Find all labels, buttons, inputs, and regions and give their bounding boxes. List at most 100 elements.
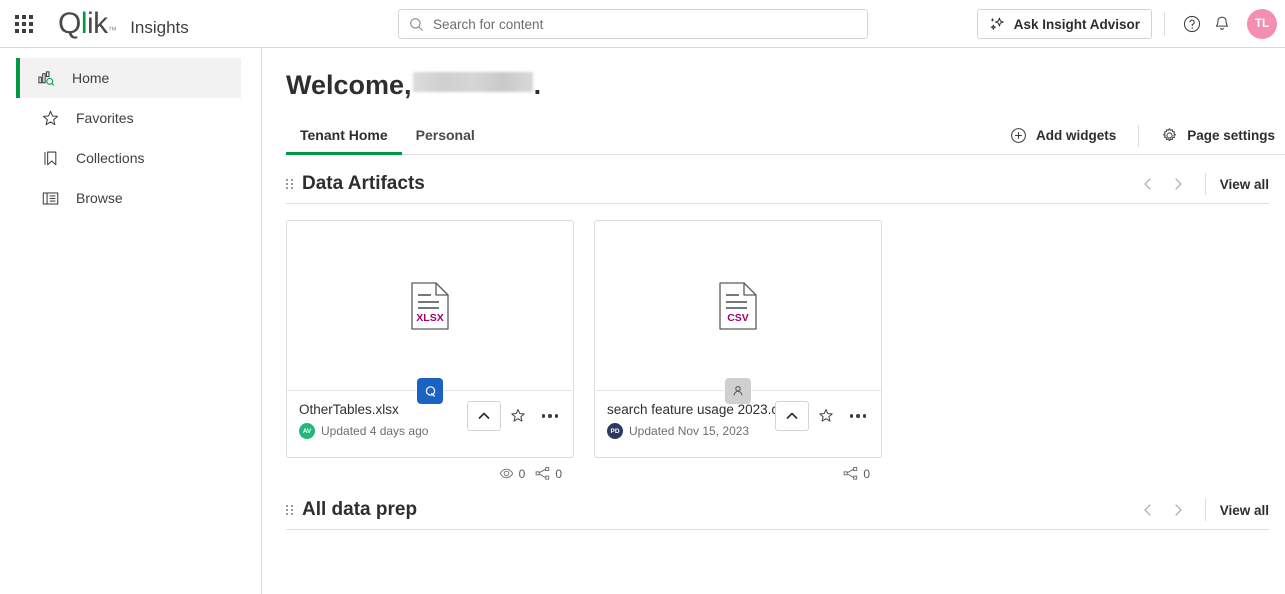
- search-icon: [410, 17, 423, 31]
- sparkle-icon: [990, 17, 1004, 30]
- star-outline-icon: [819, 409, 833, 422]
- body: Home Favorites Collections Browse Welcom…: [0, 48, 1285, 594]
- section-divider: [1204, 173, 1206, 195]
- card-item[interactable]: XLSX OtherTables.xlsx AV Updated 4 days …: [286, 220, 574, 458]
- add-widgets-label: Add widgets: [1035, 128, 1117, 143]
- notifications-button[interactable]: [1207, 9, 1237, 39]
- section-data-artifacts: Data Artifacts View all XLSX OtherTables…: [286, 155, 1285, 481]
- views-count: 0: [518, 466, 526, 481]
- help-circle-icon: [1183, 15, 1201, 33]
- main-content: Welcome, . Tenant Home Personal Add widg…: [262, 48, 1285, 594]
- page-settings-button[interactable]: Page settings: [1151, 123, 1285, 148]
- brand[interactable]: Qlik™ Insights: [58, 6, 189, 40]
- card-stats-row: 0 0 0: [286, 458, 1269, 481]
- card-stats-cell: 0: [594, 458, 882, 481]
- bookmark-icon: [40, 148, 60, 168]
- carousel-prev-button[interactable]: [1133, 497, 1163, 523]
- section-divider: [1204, 499, 1206, 521]
- owner-avatar: PD: [607, 423, 623, 439]
- card-list: XLSX OtherTables.xlsx AV Updated 4 days …: [286, 204, 1269, 458]
- user-avatar[interactable]: TL: [1247, 9, 1277, 39]
- card-updated-text: Updated 4 days ago: [321, 424, 429, 438]
- sidebar-item-collections[interactable]: Collections: [16, 138, 241, 178]
- section-all-data-prep: All data prep View all: [286, 481, 1285, 530]
- sidebar-item-label: Browse: [76, 190, 123, 206]
- shares-count: 0: [555, 466, 562, 481]
- eye-icon: [499, 468, 513, 479]
- welcome-suffix: .: [533, 70, 542, 100]
- tab-label: Personal: [415, 127, 475, 143]
- section-actions: View all: [1133, 497, 1269, 523]
- drag-handle-icon[interactable]: [286, 505, 293, 515]
- topbar-actions: Ask Insight Advisor TL: [976, 0, 1277, 48]
- card-favorite-button[interactable]: [503, 401, 533, 431]
- search-box[interactable]: [398, 9, 868, 39]
- tab-bar: Tenant Home Personal Add widgets Page se…: [286, 119, 1285, 155]
- app-launcher-button[interactable]: [0, 0, 48, 48]
- drag-handle-icon[interactable]: [286, 179, 293, 189]
- chevron-right-icon: [1175, 504, 1182, 516]
- add-widgets-button[interactable]: Add widgets: [1000, 123, 1126, 148]
- owner-avatar: AV: [299, 423, 315, 439]
- views-stat: 0: [499, 466, 526, 481]
- card-thumbnail: XLSX: [287, 221, 573, 404]
- help-button[interactable]: [1177, 9, 1207, 39]
- carousel-prev-button[interactable]: [1133, 171, 1163, 197]
- chevron-left-icon: [1144, 178, 1151, 190]
- share-nodes-icon: [535, 467, 550, 480]
- tab-tenant-home[interactable]: Tenant Home: [286, 119, 402, 155]
- chevron-right-icon: [1175, 178, 1182, 190]
- sidebar-item-browse[interactable]: Browse: [16, 178, 241, 218]
- section-actions: View all: [1133, 171, 1269, 197]
- view-all-link[interactable]: View all: [1218, 177, 1269, 192]
- ellipsis-icon: [541, 414, 559, 418]
- carousel-next-button[interactable]: [1163, 497, 1193, 523]
- file-type-label: XLSX: [416, 312, 443, 324]
- tab-label: Tenant Home: [300, 127, 388, 143]
- section-header: Data Artifacts View all: [286, 155, 1269, 204]
- card-more-button[interactable]: [843, 401, 873, 431]
- owner-initials: PD: [610, 427, 620, 435]
- toolbar-divider: [1164, 12, 1165, 36]
- card-stats: 0 0: [286, 458, 574, 481]
- sidebar-item-home[interactable]: Home: [16, 58, 241, 98]
- card-footer: search feature usage 2023.csv PD Updated…: [595, 391, 881, 457]
- shares-count: 0: [863, 466, 870, 481]
- logo-ik: ik: [87, 6, 108, 40]
- card-thumbnail: CSV: [595, 221, 881, 404]
- ask-insight-advisor-button[interactable]: Ask Insight Advisor: [976, 9, 1152, 39]
- section-title: All data prep: [302, 499, 418, 520]
- card-footer: OtherTables.xlsx AV Updated 4 days ago: [287, 391, 573, 457]
- qlik-logo: Qlik™: [58, 6, 117, 40]
- share-nodes-icon: [843, 467, 858, 480]
- card-more-button[interactable]: [535, 401, 565, 431]
- carousel-next-button[interactable]: [1163, 171, 1193, 197]
- sidebar: Home Favorites Collections Browse: [0, 48, 262, 594]
- card-expand-button[interactable]: [775, 401, 809, 431]
- tab-personal[interactable]: Personal: [402, 119, 489, 155]
- card-expand-button[interactable]: [467, 401, 501, 431]
- bell-icon: [1215, 16, 1229, 30]
- plus-circle-icon: [1011, 128, 1026, 143]
- star-icon: [40, 108, 60, 128]
- app-title: Insights: [130, 17, 189, 37]
- xlsx-file-icon: XLSX: [411, 281, 449, 330]
- ask-insight-advisor-label: Ask Insight Advisor: [1013, 16, 1140, 32]
- section-header: All data prep View all: [286, 481, 1269, 530]
- chevron-left-icon: [1144, 504, 1151, 516]
- card-item[interactable]: CSV search feature usage 2023.csv PD Upd…: [594, 220, 882, 458]
- logo-q: Q: [58, 6, 81, 40]
- search-input[interactable]: [433, 16, 857, 32]
- card-favorite-button[interactable]: [811, 401, 841, 431]
- actions-divider: [1138, 124, 1140, 147]
- shares-stat: 0: [843, 466, 870, 481]
- sidebar-item-favorites[interactable]: Favorites: [16, 98, 241, 138]
- card-updated-text: Updated Nov 15, 2023: [629, 424, 750, 438]
- card-stats: 0: [594, 458, 882, 481]
- ellipsis-icon: [849, 414, 867, 418]
- top-bar: Qlik™ Insights Ask Insight Advisor: [0, 0, 1285, 48]
- page-title: Welcome, .: [262, 48, 1285, 101]
- view-all-link[interactable]: View all: [1218, 503, 1269, 518]
- chevron-up-icon: [478, 412, 490, 419]
- welcome-name-redacted: [412, 72, 533, 92]
